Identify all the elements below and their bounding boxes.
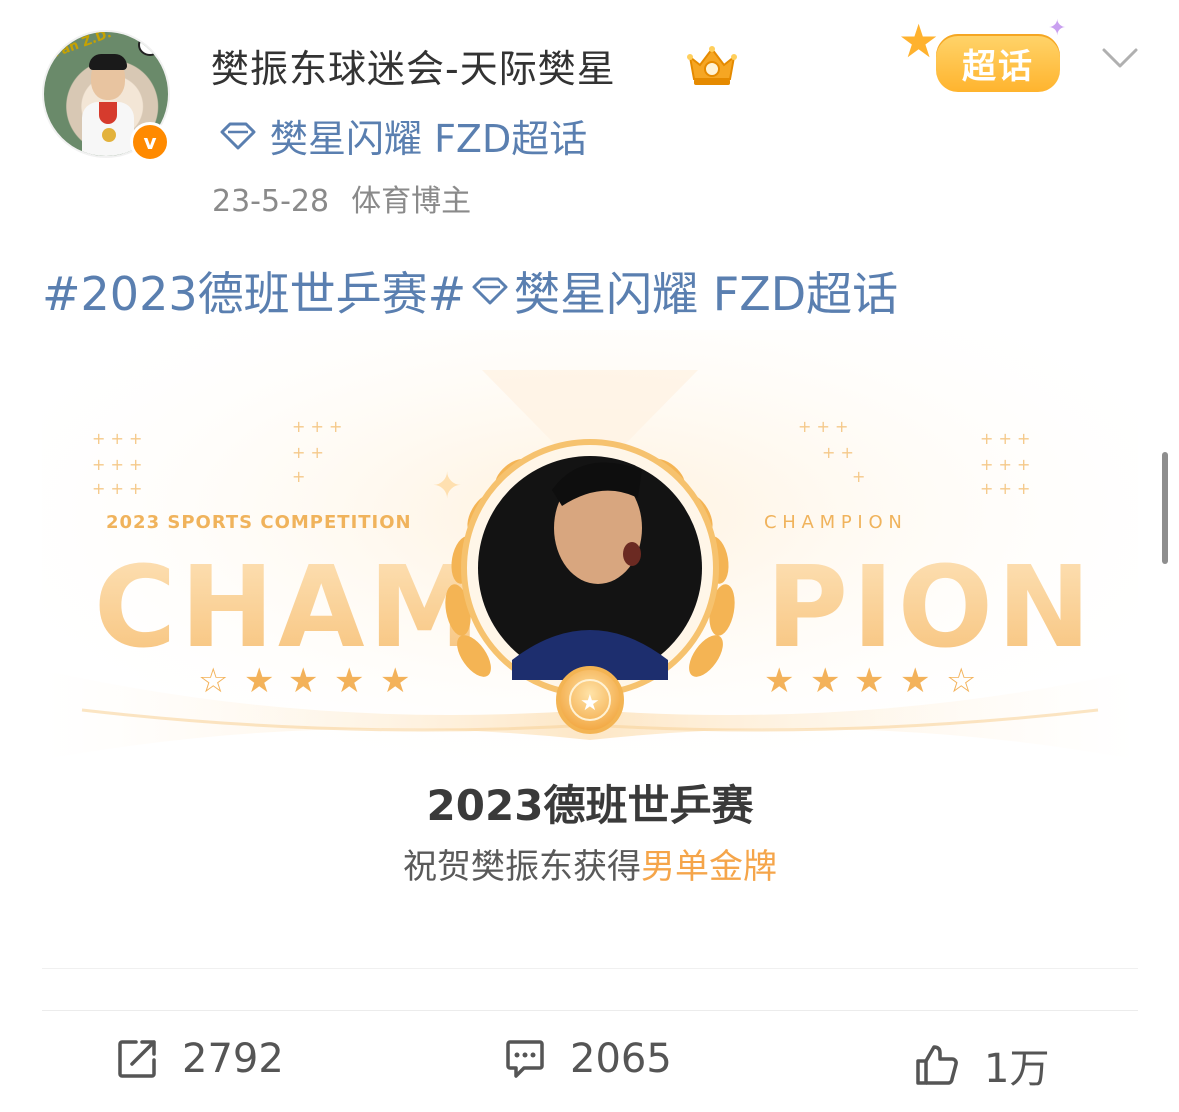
svg-text:★: ★	[380, 661, 410, 701]
star-icon: ★	[898, 14, 940, 68]
sparkle-icon: ✦	[1048, 16, 1067, 41]
diamond-topic-icon	[220, 122, 256, 149]
svg-text:+ +: + +	[822, 443, 854, 462]
svg-text:+: +	[292, 467, 305, 486]
hashtag-link[interactable]: #2023德班世乒赛#	[42, 258, 466, 324]
topic-link-inline[interactable]: 樊星闪耀 FZD超话	[514, 258, 898, 324]
svg-text:+: +	[852, 467, 865, 486]
svg-text:★: ★	[580, 691, 600, 716]
card-title: 2023德班世乒赛	[427, 781, 755, 830]
repost-count: 2792	[182, 1036, 284, 1082]
svg-text:+ + +: + + +	[92, 479, 142, 498]
card-subtitle-highlight: 男单金牌	[641, 847, 777, 887]
svg-text:☆: ☆	[946, 661, 976, 701]
svg-text:✦: ✦	[432, 466, 462, 507]
svg-text:★: ★	[244, 661, 274, 701]
svg-text:☆: ☆	[198, 661, 228, 701]
svg-text:+ + +: + + +	[980, 455, 1030, 474]
svg-text:+ + +: + + +	[92, 429, 142, 448]
svg-text:+ + +: + + +	[980, 479, 1030, 498]
verified-icon: v	[130, 122, 170, 162]
crown-icon[interactable]	[686, 43, 738, 87]
svg-text:+ + +: + + +	[980, 429, 1030, 448]
chaohua-label: 超话	[936, 34, 1060, 92]
post-content: #2023德班世乒赛# 樊星闪耀 FZD超话	[42, 258, 898, 324]
svg-text:★: ★	[764, 661, 794, 701]
repost-icon	[118, 1040, 156, 1078]
right-word: PION	[766, 543, 1095, 673]
svg-text:★: ★	[334, 661, 364, 701]
avatar[interactable]: Fan Z.D. v	[42, 30, 170, 162]
divider	[42, 968, 1138, 969]
svg-text:+ +: + +	[292, 443, 324, 462]
panda-icon	[138, 34, 162, 56]
like-count: 1万	[984, 1046, 1050, 1092]
svg-text:★: ★	[810, 661, 840, 701]
diamond-topic-icon	[472, 277, 508, 305]
like-icon	[916, 1045, 958, 1085]
post-date: 23-5-28	[212, 184, 330, 219]
repost-button[interactable]: 2792	[116, 1036, 284, 1082]
svg-text:+ + +: + + +	[798, 417, 848, 436]
topic-name: 樊星闪耀 FZD超话	[270, 117, 588, 161]
like-button[interactable]: 1万	[914, 1036, 1049, 1094]
author-tag: 体育博主	[351, 184, 472, 219]
right-caption: C H A M P I O N	[764, 512, 902, 533]
divider	[42, 1010, 1138, 1011]
svg-text:★: ★	[900, 661, 930, 701]
left-word: CHAM	[94, 543, 484, 673]
champion-card-image[interactable]: + + + + + + + + + + + + + + + + + + + + + + + …	[42, 330, 1138, 930]
scrollbar[interactable]	[1162, 452, 1168, 564]
comment-button[interactable]: 2065	[504, 1036, 672, 1082]
card-subtitle: 祝贺樊振东获得男单金牌	[403, 847, 777, 887]
chevron-down-icon[interactable]	[1100, 44, 1140, 72]
comment-icon	[506, 1040, 544, 1078]
champion-graphic: + + + + + + + + + + + + + + + + + + + + + + + …	[42, 330, 1138, 887]
svg-text:+ + +: + + +	[92, 455, 142, 474]
post-meta: 23-5-28 体育博主	[212, 176, 471, 220]
topic-link[interactable]: 樊星闪耀 FZD超话	[218, 108, 587, 163]
left-caption: 2023 SPORTS COMPETITION	[106, 512, 412, 533]
chaohua-badge[interactable]: ★ 超话 ✦	[898, 14, 1084, 100]
comment-count: 2065	[570, 1036, 672, 1082]
svg-text:★: ★	[288, 661, 318, 701]
card-subtitle-prefix: 祝贺樊振东获得	[403, 847, 641, 887]
author-name[interactable]: 樊振东球迷会-天际樊星	[211, 38, 616, 93]
svg-text:★: ★	[854, 661, 884, 701]
svg-text:+ + +: + + +	[292, 417, 342, 436]
